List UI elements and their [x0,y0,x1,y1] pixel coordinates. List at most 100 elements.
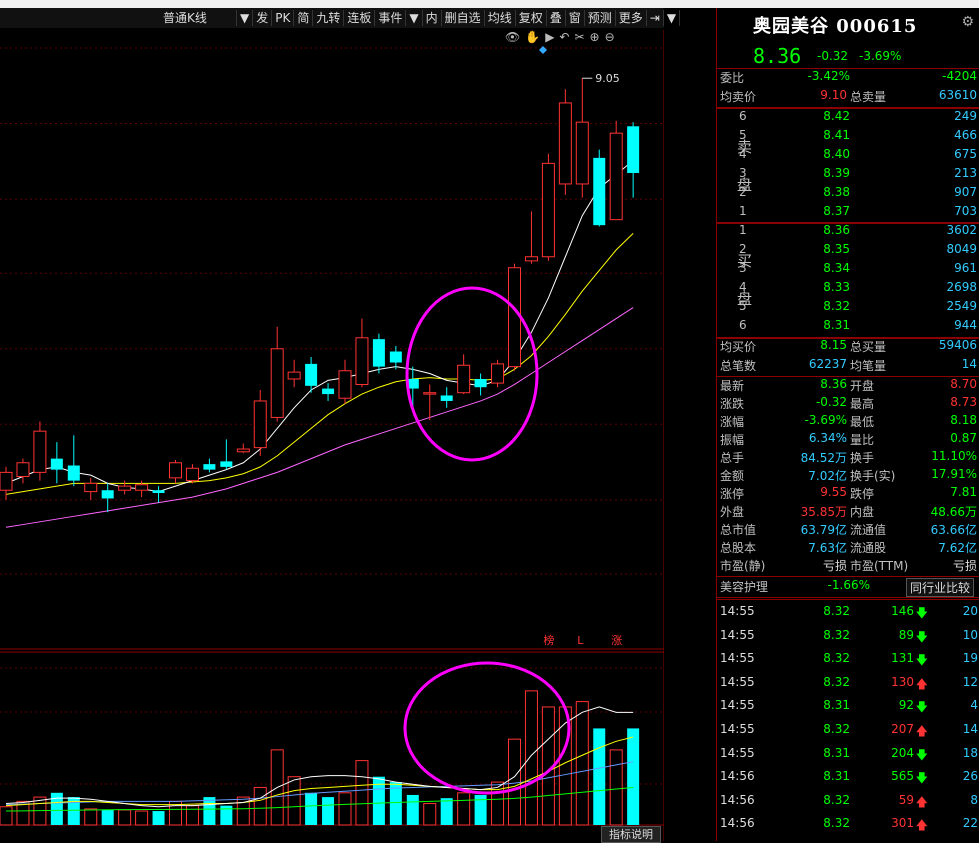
volume-bar[interactable] [524,690,538,826]
volume-bar[interactable] [152,811,165,825]
candle-body[interactable] [16,462,30,477]
candle-body[interactable] [627,126,640,173]
level-price: 8.37 [823,204,850,218]
candle-body[interactable] [508,267,521,368]
toolbar-item[interactable]: 删自选 [442,9,485,26]
candle-body[interactable] [0,471,13,491]
volume-bar[interactable] [508,738,521,826]
volume-bar[interactable] [440,798,453,825]
volume-bar[interactable] [135,810,149,826]
candle-body[interactable] [101,490,114,499]
candle-body[interactable] [67,465,80,481]
candle-body[interactable] [169,462,182,479]
toolbar-item[interactable]: 均线 [485,9,516,26]
avg-sell-value: 9.10 [820,88,847,102]
toolbar-item[interactable]: 预测 [585,9,616,26]
level-number: 4 [739,147,747,161]
toolbar-item[interactable]: 普通K线 [160,9,237,26]
toolbar-item[interactable]: 简 [294,9,314,26]
volume-bar[interactable] [355,760,369,826]
volume-bar[interactable] [423,803,437,826]
toolbar-item[interactable]: 叠 [547,9,566,26]
toolbar-item[interactable]: 事件 [375,9,407,26]
avg-lot-label: 均笔量 [850,359,887,373]
candle-body[interactable] [593,157,606,226]
volume-bar[interactable] [457,792,471,826]
toolbar-item[interactable]: 内 [423,9,442,26]
stat-value: -3.69% [804,413,847,427]
candle-body[interactable] [338,370,352,399]
candle-body[interactable] [423,392,437,395]
event-marker[interactable]: L [577,634,584,647]
volume-bar[interactable] [575,701,589,826]
candle-body[interactable] [609,132,623,221]
gear-icon[interactable]: ⚙ [961,14,974,30]
toolbar-item[interactable]: ▼ [406,9,423,26]
toolbar-item[interactable]: ▼ [664,9,681,26]
candle-body[interactable] [575,121,589,185]
candle-body[interactable] [50,458,63,470]
volume-bar[interactable] [338,792,352,826]
arrow-down-icon: 🡇 [915,700,928,715]
toolbar-item[interactable]: 发 [253,9,273,26]
candle-body[interactable] [185,467,199,482]
candle-body[interactable] [287,371,301,380]
volume-bar[interactable] [322,797,335,825]
volume-bar[interactable] [253,786,267,826]
toolbar-item[interactable]: 九转 [313,9,345,26]
candle-body[interactable] [457,364,471,394]
event-marker[interactable]: 榜 [543,633,554,647]
candle-body[interactable] [33,430,47,473]
candle-body[interactable] [491,363,505,384]
volume-bar[interactable] [50,792,63,825]
candle-body[interactable] [305,363,318,386]
volume-bar[interactable] [305,792,318,825]
volume-bar[interactable] [101,809,114,825]
volume-bar[interactable] [593,728,606,825]
candle-body[interactable] [118,485,132,491]
candle-body[interactable] [253,400,267,449]
sell-level-row: 3 8.39 213 [717,166,979,185]
candle-body[interactable] [152,490,165,493]
volume-bar[interactable] [609,749,623,826]
candle-body[interactable] [355,337,369,385]
candle-body[interactable] [84,482,98,493]
candle-body[interactable] [440,395,453,401]
volume-bar[interactable] [203,797,216,825]
toolbar-item[interactable]: 连板 [344,9,376,26]
toolbar-item[interactable]: 复权 [516,9,547,26]
candle-body[interactable] [372,339,385,367]
avg-sell-label: 均卖价 [720,90,757,104]
kline-chart[interactable]: 9.278.728.177.637.086.535.985.449.05榜L涨1… [0,30,664,841]
toolbar-item[interactable]: 窗 [566,9,585,26]
candle-body[interactable] [135,484,149,491]
sell-level-row: 2 8.38 907 [717,185,979,204]
candle-body[interactable] [541,162,555,258]
compare-button[interactable]: 同行业比较 [905,578,974,597]
toolbar-item[interactable]: PK [272,9,295,26]
candle-body[interactable] [524,256,538,262]
toolbar-item[interactable]: 更多 [616,9,647,26]
candle-body[interactable] [220,461,233,467]
volume-bar[interactable] [118,809,132,826]
tick-price: 8.32 [823,651,850,666]
volume-bar[interactable] [627,728,640,825]
volume-bar[interactable] [84,808,98,826]
event-marker[interactable]: 涨 [611,634,622,647]
candle-body[interactable] [389,351,402,363]
candle-body[interactable] [474,378,487,388]
candle-body[interactable] [236,448,250,453]
candle-body[interactable] [203,464,216,470]
toolbar-item[interactable]: ⇥ [647,9,664,26]
candle-body[interactable] [322,388,335,395]
toolbar-item[interactable]: ▼ [237,9,254,26]
arrow-up-icon: 🡅 [915,818,928,833]
volume-bar[interactable] [287,776,301,826]
candle-body[interactable] [270,348,284,418]
candle-body[interactable] [558,102,572,185]
level-number: 3 [739,166,747,180]
volume-bar[interactable] [406,794,419,825]
volume-bar[interactable] [185,805,199,826]
volume-bar[interactable] [0,806,13,826]
indicator-help-button[interactable]: 指标说明 [601,826,661,843]
